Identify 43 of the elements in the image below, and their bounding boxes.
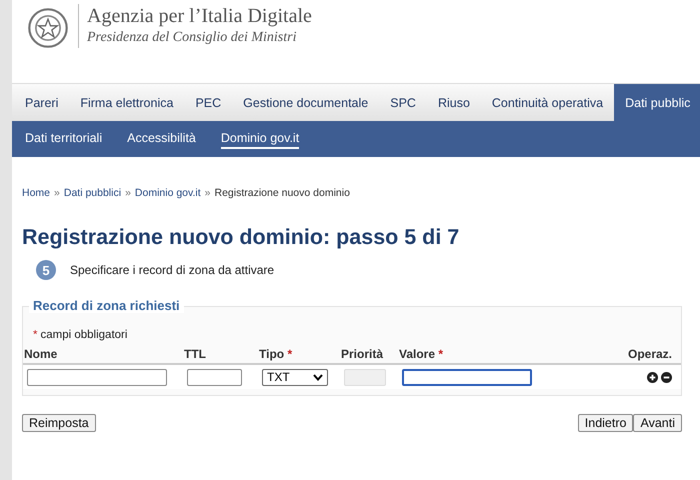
step-description: Specificare i record di zona da attivare bbox=[70, 263, 274, 277]
nav-tab[interactable]: SPC bbox=[379, 84, 427, 121]
nav-tab[interactable]: Dati pubblic bbox=[614, 84, 700, 121]
text-input[interactable] bbox=[187, 368, 242, 386]
breadcrumb-link[interactable]: Dominio gov.it bbox=[134, 187, 201, 199]
subnav-link[interactable]: Dati territoriali bbox=[25, 129, 102, 149]
column-header: Valore * bbox=[399, 347, 444, 361]
nav-tab[interactable]: Gestione documentale bbox=[232, 84, 380, 121]
breadcrumb-link[interactable]: Home bbox=[22, 187, 50, 199]
nav-tab[interactable]: Riuso bbox=[426, 84, 481, 121]
remove-icon[interactable] bbox=[661, 372, 672, 382]
subnav-link[interactable]: Dominio gov.it bbox=[220, 129, 300, 149]
page-title: Registrazione nuovo dominio: passo 5 di 7 bbox=[22, 225, 460, 250]
breadcrumb-separator: » bbox=[125, 187, 131, 199]
nav-tab[interactable]: PEC bbox=[184, 84, 232, 121]
emblem-icon bbox=[26, 6, 70, 50]
add-icon[interactable] bbox=[647, 372, 658, 382]
required-note: campi obbligatori bbox=[40, 329, 128, 341]
agency-title: Agenzia per l’Italia Digitale bbox=[87, 4, 312, 28]
breadcrumb-separator: » bbox=[54, 187, 60, 199]
nav-tab[interactable]: Firma elettronica bbox=[69, 84, 184, 121]
nav-button[interactable]: Avanti bbox=[633, 414, 682, 432]
reset-button[interactable]: Reimposta bbox=[22, 414, 96, 432]
nav-tab[interactable]: Continuità operativa bbox=[480, 84, 614, 121]
text-input[interactable] bbox=[402, 368, 532, 386]
agency-subtitle: Presidenza del Consiglio dei Ministri bbox=[87, 29, 298, 47]
column-header: Tipo * bbox=[259, 347, 292, 361]
chevron-icon bbox=[313, 374, 323, 380]
breadcrumb-separator: » bbox=[204, 187, 210, 199]
type-dropdown[interactable]: TXT bbox=[262, 368, 328, 386]
column-header: Nome bbox=[24, 347, 58, 361]
required-mark: * bbox=[33, 329, 38, 341]
step-number: 5 bbox=[36, 260, 56, 280]
fieldset-legend: Record di zona richiesti bbox=[29, 298, 184, 313]
nav-button[interactable]: Indietro bbox=[578, 414, 634, 432]
text-input[interactable] bbox=[27, 368, 167, 386]
column-header: TTL bbox=[184, 347, 206, 361]
subnav-link[interactable]: Accessibilità bbox=[127, 129, 196, 149]
breadcrumb-link[interactable]: Dati pubblici bbox=[64, 187, 122, 199]
nav-tab[interactable]: Pareri bbox=[12, 84, 70, 121]
column-header: Operaz. bbox=[628, 347, 672, 361]
column-header: Priorità bbox=[341, 347, 384, 361]
breadcrumb-current: Registrazione nuovo dominio bbox=[214, 187, 350, 199]
